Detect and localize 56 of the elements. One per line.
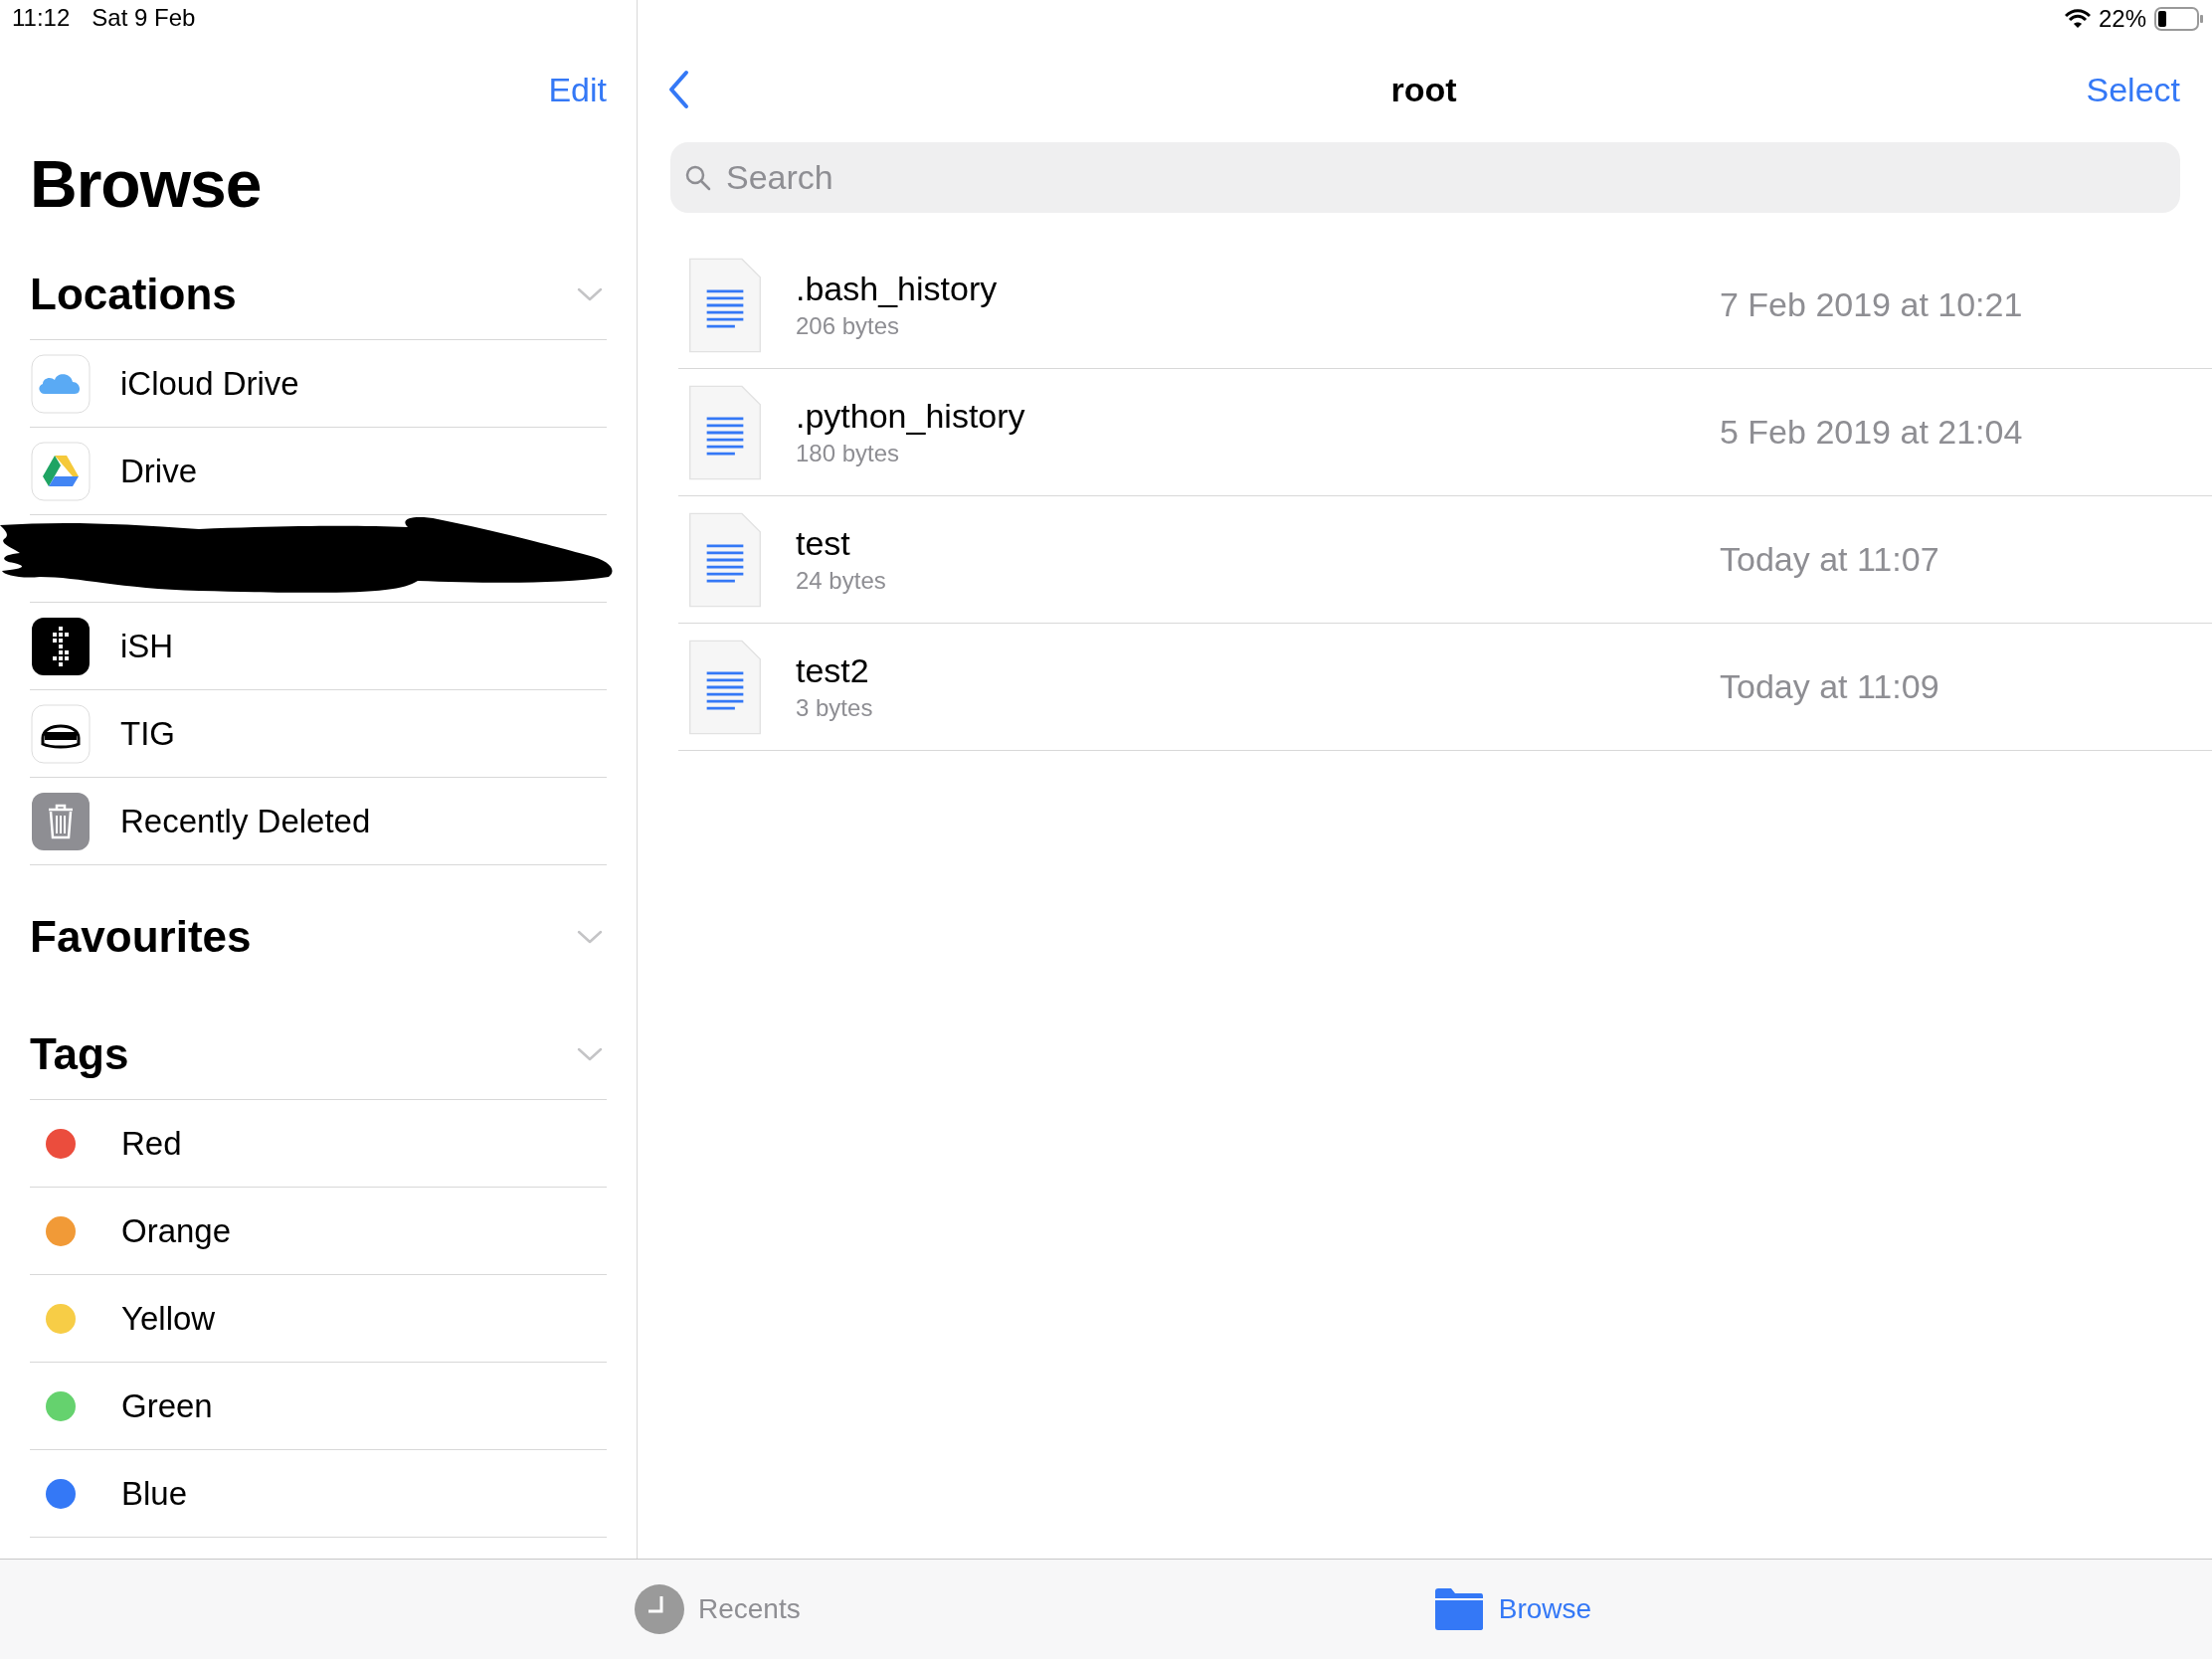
document-icon <box>688 639 762 735</box>
location-item[interactable]: Drive <box>120 452 197 490</box>
folder-icon <box>1432 1587 1485 1631</box>
section-heading: Tags <box>30 1028 129 1079</box>
document-icon <box>688 511 762 608</box>
wifi-icon <box>2064 9 2091 29</box>
file-date: Today at 11:07 <box>1720 540 1939 579</box>
file-size: 206 bytes <box>796 312 901 340</box>
tag-item[interactable]: Green <box>121 1386 213 1425</box>
tag-item[interactable]: Red <box>121 1124 182 1163</box>
tag-item[interactable]: Orange <box>121 1211 232 1250</box>
battery-icon <box>2154 7 2204 31</box>
file-name: test <box>796 524 851 563</box>
tag-item[interactable]: Yellow <box>121 1299 216 1338</box>
helmet-icon <box>31 703 91 764</box>
file-size: 180 bytes <box>796 440 901 467</box>
file-row[interactable]: .bash_history 206 bytes 7 Feb 2019 at 10:21 <box>678 242 2212 369</box>
file-size: 3 bytes <box>796 694 874 722</box>
search-field[interactable]: Search <box>670 142 2180 213</box>
file-row[interactable]: .python_history 180 bytes 5 Feb 2019 at 21:04 <box>678 369 2212 496</box>
file-date: 5 Feb 2019 at 21:04 <box>1720 413 2023 452</box>
location-item[interactable]: iCloud Drive <box>120 364 299 403</box>
file-date: Today at 11:09 <box>1720 667 1939 706</box>
folder-title: root <box>1390 70 1457 109</box>
trash-icon <box>31 791 91 851</box>
battery-percent: 22% <box>2098 5 2146 33</box>
cloud-icon <box>31 353 91 414</box>
location-item[interactable]: TIG <box>120 714 175 753</box>
terminal-app-icon <box>31 616 91 676</box>
file-date: 7 Feb 2019 at 10:21 <box>1720 285 2023 324</box>
document-icon <box>688 257 762 353</box>
tag-item[interactable]: Blue <box>121 1474 188 1513</box>
file-name: .python_history <box>796 397 1026 436</box>
edit-button[interactable]: Edit <box>548 70 607 109</box>
section-heading: Locations <box>30 269 237 319</box>
triangle-logo-icon <box>31 441 91 501</box>
clock-icon <box>635 1584 684 1634</box>
file-row[interactable]: test 24 bytes Today at 11:07 <box>678 496 2212 624</box>
chevron-icon[interactable] <box>577 929 603 945</box>
status-date: Sat 9 Feb <box>92 4 196 33</box>
location-item[interactable]: iSH <box>120 627 174 665</box>
file-size: 24 bytes <box>796 567 887 595</box>
file-name: test2 <box>796 651 870 690</box>
tab-item[interactable]: Browse <box>1432 1587 1592 1631</box>
file-name: .bash_history <box>796 270 999 308</box>
status-time: 11:12 <box>12 4 71 33</box>
chevron-icon[interactable] <box>577 1045 603 1062</box>
back-icon[interactable] <box>667 70 689 109</box>
section-heading: Favourites <box>30 912 252 962</box>
select-button[interactable]: Select <box>2086 70 2180 109</box>
file-row[interactable]: test2 3 bytes Today at 11:09 <box>678 624 2212 751</box>
document-icon <box>688 384 762 480</box>
location-item[interactable]: Recently Deleted <box>120 802 371 840</box>
chevron-icon[interactable] <box>577 285 603 302</box>
search-icon <box>684 164 712 192</box>
page-title: Browse <box>30 146 263 223</box>
